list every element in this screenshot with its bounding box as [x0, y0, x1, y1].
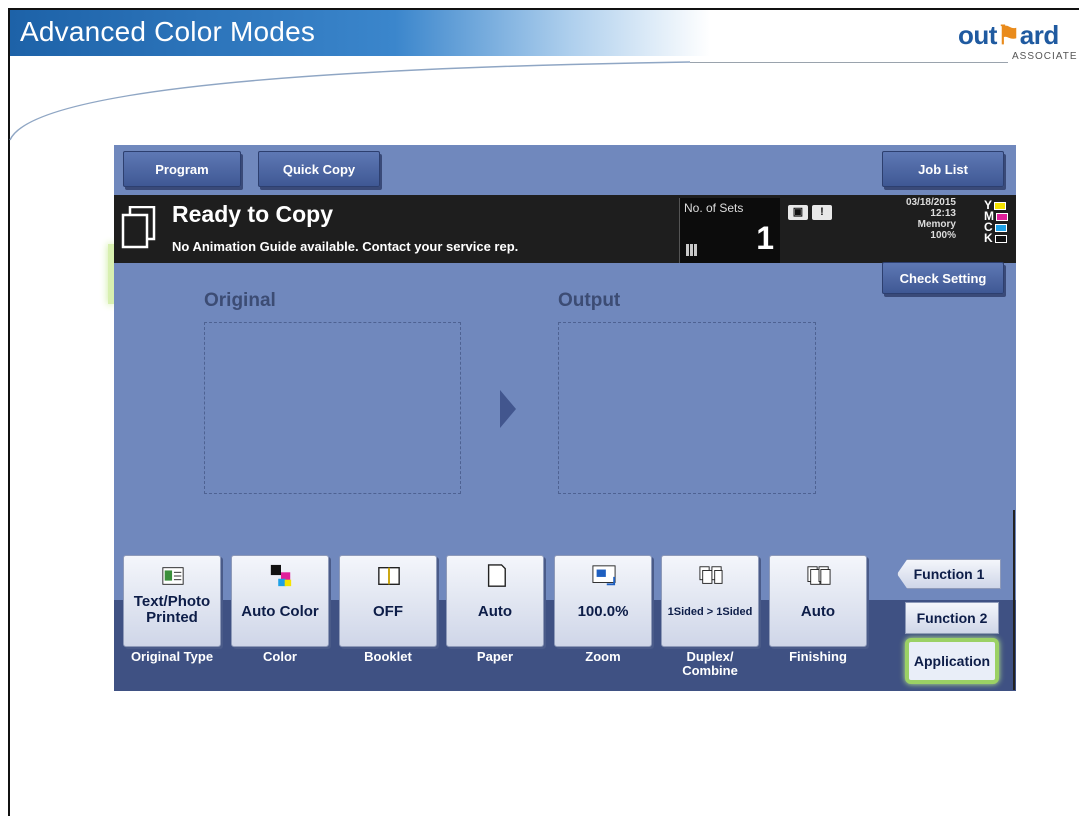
toner-swatch [994, 234, 1007, 243]
zoom-icon [592, 565, 616, 586]
memory-label: Memory [917, 219, 956, 230]
toner-swatch [996, 212, 1008, 221]
logo-text-left: out [958, 20, 997, 50]
original-label: Original [204, 290, 276, 311]
output-label: Output [558, 290, 621, 311]
program-button[interactable]: Program [123, 151, 241, 187]
toner-swatch [994, 223, 1007, 232]
function-value: OFF [373, 603, 403, 620]
function-tile-booklet[interactable]: OFF [339, 555, 437, 647]
quick-copy-button[interactable]: Quick Copy [258, 151, 380, 187]
color-icon [270, 564, 292, 587]
company-logo: out⚑ard [958, 20, 1059, 51]
toner-row: K [984, 231, 1008, 245]
function-caption: Paper [476, 649, 514, 664]
sets-value: 1 [756, 220, 774, 256]
warning-icon: ! [812, 205, 832, 220]
status-icons: ▣! [788, 202, 836, 220]
panel-edge-rule [1013, 510, 1015, 690]
output-preview-area [558, 322, 816, 494]
sets-counter[interactable]: No. of Sets 1 [679, 198, 780, 263]
slide-title: Advanced Color Modes [20, 16, 316, 47]
memory-value: 100% [930, 230, 956, 241]
function-value: Auto Color [241, 603, 319, 620]
function1-button[interactable]: Function 1 [897, 559, 1001, 589]
original-preview-area [204, 322, 461, 494]
arrow-right-icon [500, 390, 516, 428]
job-list-button[interactable]: Job List [882, 151, 1004, 187]
datetime-memory: 03/18/2015 12:13 Memory 100% [856, 197, 956, 241]
function-caption: Color [263, 649, 297, 664]
time-text: 12:13 [930, 208, 956, 219]
toner-swatch [994, 201, 1007, 210]
copier-panel: Program Quick Copy Job List Ready to Cop… [114, 145, 1016, 691]
check-setting-button[interactable]: Check Setting [882, 262, 1004, 294]
function-value: 100.0% [577, 603, 629, 620]
logo-subtitle: ASSOCIATE [1012, 51, 1078, 62]
function-tile-paper[interactable]: Auto [446, 555, 544, 647]
function-caption: Original Type [130, 649, 214, 664]
sets-label: No. of Sets [684, 201, 744, 215]
function-value: Auto [800, 603, 836, 620]
original-type-icon [162, 567, 184, 585]
function-tile-original-type[interactable]: Text/Photo Printed [123, 555, 221, 647]
function-caption: Duplex/ Combine [682, 649, 738, 678]
function-value: 1Sided > 1Sided [667, 606, 753, 618]
booklet-icon [378, 567, 400, 585]
function-tile-zoom[interactable]: 100.0% [554, 555, 652, 647]
function-value: Auto [477, 603, 513, 620]
function-tile-color[interactable]: Auto Color [231, 555, 329, 647]
application-button[interactable]: Application [905, 638, 999, 684]
function-value: Text/Photo Printed [133, 593, 211, 626]
duplex-icon [699, 566, 723, 584]
lock-icon: ▣ [788, 205, 808, 220]
header-divider [690, 62, 1008, 63]
function-tile-duplex-combine[interactable]: 1Sided > 1Sided [661, 555, 759, 647]
status-message: No Animation Guide available. Contact yo… [172, 239, 519, 254]
toner-levels: YMCK [984, 199, 1008, 245]
function-tile-finishing[interactable]: Auto [769, 555, 867, 647]
toner-letter: K [984, 231, 993, 245]
function-caption: Zoom [585, 649, 621, 664]
finishing-icon [807, 566, 831, 585]
function-caption: Finishing [789, 649, 847, 664]
keypad-icon[interactable] [686, 244, 698, 256]
date-text: 03/18/2015 [905, 197, 956, 208]
document-icon [121, 206, 156, 249]
status-title: Ready to Copy [172, 201, 334, 227]
function-caption: Booklet [364, 649, 412, 664]
function2-button[interactable]: Function 2 [905, 602, 999, 634]
paper-icon [487, 564, 506, 587]
logo-text-right: ard [1019, 20, 1059, 50]
logo-wing-icon: ⚑ [996, 20, 1020, 50]
